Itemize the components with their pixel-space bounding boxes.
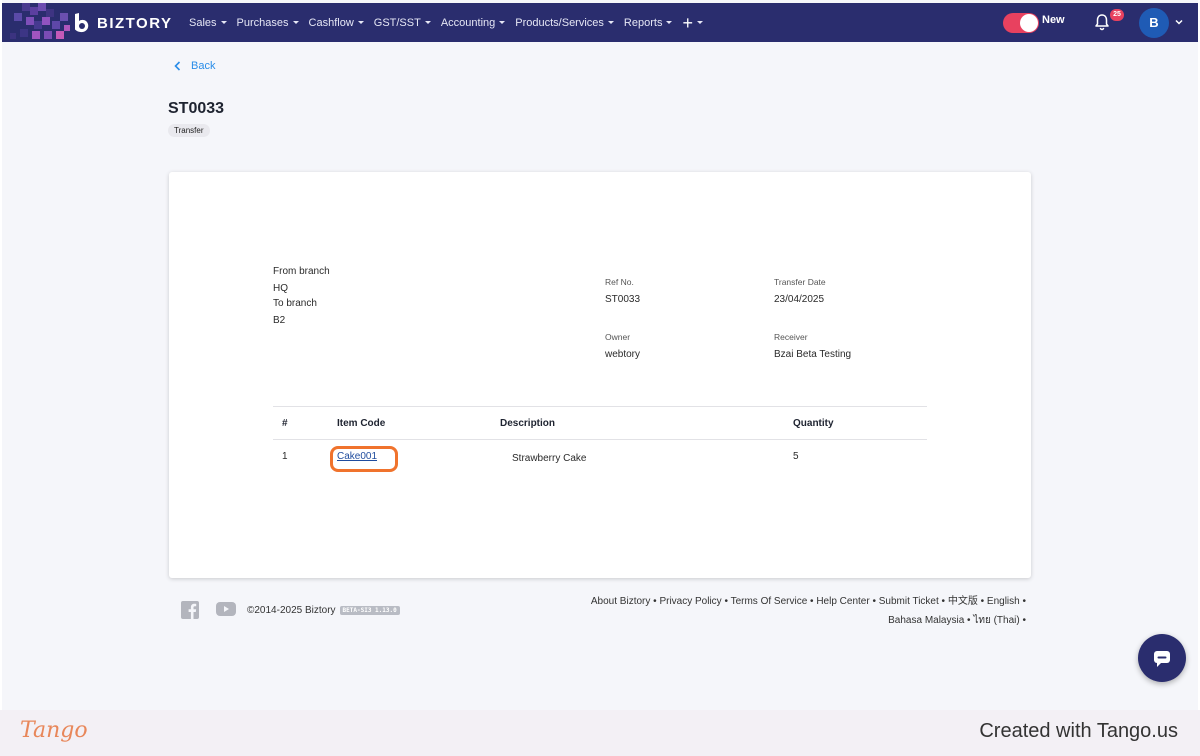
to-branch-value: B2 — [273, 315, 286, 326]
main-menu: Sales Purchases Cashflow GST/SST Account… — [189, 3, 713, 42]
row-description: Strawberry Cake — [512, 453, 587, 464]
type-tag: Transfer — [168, 124, 210, 137]
menu-add[interactable]: + — [682, 14, 703, 32]
menu-gst-sst[interactable]: GST/SST — [374, 17, 431, 29]
menu-label: Cashflow — [308, 16, 354, 29]
table-row: 1 Cake001 Strawberry Cake 5 — [273, 440, 927, 480]
tango-logo: Tango — [20, 718, 88, 743]
toggle-label: New — [1042, 14, 1065, 26]
caret-down-icon — [607, 21, 614, 24]
menu-purchases[interactable]: Purchases — [237, 17, 299, 29]
footer-links: About Biztory • Privacy Policy • Terms O… — [522, 592, 1026, 630]
menu-label: Sales — [189, 16, 217, 29]
from-branch-value: HQ — [273, 283, 288, 294]
items-table: # Item Code Description Quantity 1 Cake0… — [273, 406, 927, 480]
version-badge: BETA-SI3 1.13.0 — [339, 606, 400, 615]
bell-icon[interactable] — [1093, 13, 1111, 31]
copyright-text: ©2014-2025 Biztory — [247, 605, 336, 616]
footer-link-help[interactable]: Help Center — [816, 596, 869, 607]
footer-link-about[interactable]: About Biztory — [591, 596, 650, 607]
menu-label: Accounting — [440, 16, 496, 29]
row-quantity: 5 — [793, 451, 799, 462]
footer-link-terms[interactable]: Terms Of Service — [731, 596, 808, 607]
menu-accounting[interactable]: Accounting — [440, 16, 506, 29]
menu-label: GST/SST — [373, 16, 421, 29]
footer-link-malay[interactable]: Bahasa Malaysia — [888, 615, 964, 626]
footer-links-line1: About Biztory • Privacy Policy • Terms O… — [590, 596, 1026, 607]
footer-links-line2: Bahasa Malaysia • ไทย (Thai) • — [888, 615, 1026, 626]
facebook-icon[interactable] — [181, 601, 199, 619]
menu-label: Reports — [623, 16, 663, 29]
menu-label: Purchases — [236, 16, 289, 29]
footer-link-english[interactable]: English — [987, 596, 1020, 607]
caret-down-icon — [220, 21, 227, 24]
footer-link-chinese[interactable]: 中文版 — [948, 596, 978, 607]
caret-down-icon — [666, 21, 673, 24]
back-link[interactable]: Back — [174, 60, 215, 72]
toggle-knob — [1020, 14, 1038, 32]
brand-logo[interactable]: BIZTORY — [72, 11, 173, 35]
chevron-down-icon[interactable] — [1175, 18, 1183, 26]
menu-reports[interactable]: Reports — [624, 17, 673, 29]
transfer-date-value: 23/04/2025 — [774, 294, 825, 305]
menu-label: Products/Services — [515, 16, 604, 29]
chat-button[interactable] — [1138, 634, 1186, 682]
menu-cashflow[interactable]: Cashflow — [309, 17, 364, 29]
transfer-date-label: Transfer Date — [774, 277, 826, 287]
user-avatar[interactable]: B — [1139, 8, 1169, 38]
caret-down-icon — [499, 21, 506, 24]
from-branch-label: From branch — [273, 266, 330, 277]
notification-badge: 25 — [1110, 9, 1124, 21]
app-frame: BIZTORY Sales Purchases Cashflow GST/SST… — [2, 0, 1198, 710]
new-ui-toggle[interactable] — [1003, 13, 1039, 33]
biztory-logo-icon — [75, 13, 89, 33]
ref-no-label: Ref No. — [605, 277, 634, 287]
col-num: # — [282, 418, 288, 429]
chat-icon — [1154, 651, 1170, 667]
youtube-icon[interactable] — [216, 602, 236, 616]
tango-credit-bar: Tango Created with Tango.us — [0, 710, 1200, 756]
chevron-left-icon — [174, 61, 181, 71]
receiver-label: Receiver — [774, 332, 808, 342]
table-header: # Item Code Description Quantity — [273, 406, 927, 440]
tango-credit-text: Created with Tango.us — [979, 720, 1178, 742]
menu-products-services[interactable]: Products/Services — [515, 17, 614, 29]
page-title: ST0033 — [168, 100, 225, 117]
footer-link-thai[interactable]: ไทย (Thai) — [973, 615, 1019, 626]
col-item-code: Item Code — [337, 418, 386, 429]
transfer-card: From branch HQ To branch B2 Ref No. ST00… — [169, 172, 1031, 578]
to-branch-label: To branch — [273, 298, 317, 309]
ref-no-value: ST0033 — [605, 294, 641, 305]
owner-value: webtory — [605, 349, 641, 360]
caret-down-icon — [424, 21, 431, 24]
footer-link-ticket[interactable]: Submit Ticket — [879, 596, 939, 607]
col-description: Description — [500, 418, 556, 429]
menu-sales[interactable]: Sales — [189, 17, 227, 29]
footer-link-privacy[interactable]: Privacy Policy — [659, 596, 721, 607]
owner-label: Owner — [605, 332, 631, 342]
receiver-value: Bzai Beta Testing — [774, 349, 852, 360]
top-navbar: BIZTORY Sales Purchases Cashflow GST/SST… — [2, 3, 1198, 42]
caret-down-icon — [696, 21, 703, 24]
item-code-link[interactable]: Cake001 — [337, 451, 377, 462]
row-num: 1 — [282, 451, 288, 462]
col-quantity: Quantity — [793, 418, 834, 429]
copyright: ©2014-2025 Biztory BETA-SI3 1.13.0 — [247, 605, 400, 616]
plus-icon: + — [682, 12, 693, 33]
back-label: Back — [191, 60, 216, 72]
brand-name: BIZTORY — [97, 14, 173, 32]
caret-down-icon — [292, 21, 299, 24]
caret-down-icon — [357, 21, 364, 24]
